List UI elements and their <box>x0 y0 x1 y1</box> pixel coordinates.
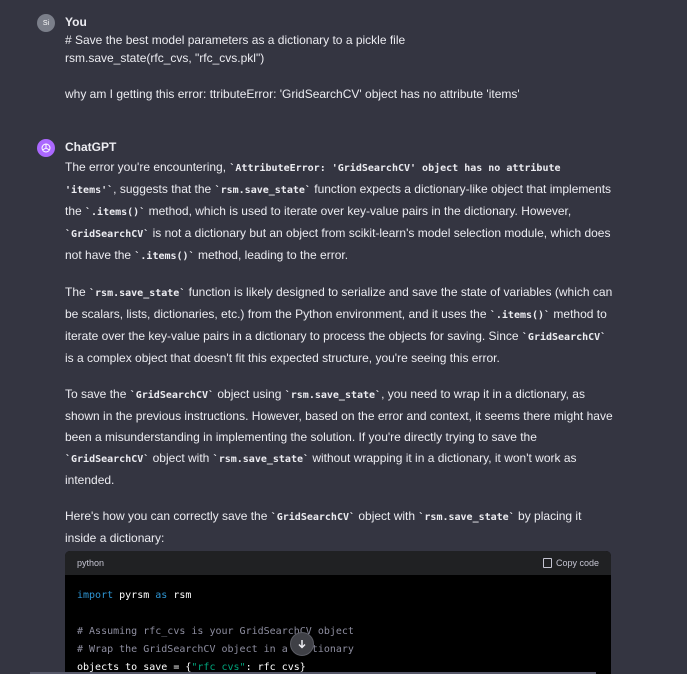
inline-code: `rsm.save_state` <box>284 390 382 401</box>
text-run: To save the <box>65 387 130 401</box>
text-run: The <box>65 285 90 299</box>
text-run: object with <box>355 509 419 523</box>
inline-code: `GridSearchCV` <box>65 454 150 465</box>
assistant-paragraph: The error you're encountering, `Attribut… <box>65 157 613 267</box>
inline-code: `rsm.save_state` <box>212 454 309 465</box>
inline-code: `rsm.save_state` <box>214 185 311 196</box>
openai-logo-icon <box>37 139 55 157</box>
code-language-label: python <box>77 558 105 568</box>
inline-code: `.items()` <box>85 207 146 218</box>
assistant-paragraph: To save the `GridSearchCV` object using … <box>65 384 613 491</box>
text-run: object with <box>149 451 213 465</box>
text-run: The error you're encountering, <box>65 160 230 174</box>
code-keyword: as <box>155 590 168 601</box>
copy-code-label: Copy code <box>555 558 599 568</box>
user-author-name: You <box>65 15 87 29</box>
inline-code: `GridSearchCV` <box>65 229 150 240</box>
user-message-body: # Save the best model parameters as a di… <box>65 31 613 103</box>
inline-code: `GridSearchCV` <box>129 390 215 401</box>
inline-code: `GridSearchCV` <box>270 512 356 523</box>
inline-code: `rsm.save_state` <box>418 512 515 523</box>
code-content[interactable]: import pyrsm as rsm # Assuming rfc_cvs i… <box>65 575 611 674</box>
arrow-down-icon <box>298 640 306 649</box>
text-run: is a complex object that doesn't fit thi… <box>65 351 500 365</box>
inline-code: `GridSearchCV` <box>521 332 607 343</box>
user-avatar-initials: Si <box>42 19 50 27</box>
code-comment: # Assuming rfc_cvs is your GridSearchCV … <box>77 626 354 637</box>
chat-page: Si You # Save the best model parameters … <box>0 0 687 674</box>
text-run: Here's how you can correctly save the <box>65 509 271 523</box>
code-token: rsm <box>167 590 192 601</box>
assistant-message-body: The error you're encountering, `Attribut… <box>65 157 613 549</box>
code-block-header: python Copy code <box>65 551 611 575</box>
inline-code: `.items()` <box>134 251 195 262</box>
user-message-line: # Save the best model parameters as a di… <box>65 33 406 47</box>
text-run: method, leading to the error. <box>194 248 349 262</box>
code-block: python Copy code import pyrsm as rsm # A… <box>65 551 611 674</box>
inline-code: `rsm.save_state` <box>89 288 186 299</box>
assistant-author-name: ChatGPT <box>65 140 117 154</box>
user-message-line: rsm.save_state(rfc_cvs, "rfc_cvs.pkl") <box>65 51 265 65</box>
code-keyword: import <box>77 590 114 601</box>
assistant-paragraph: The `rsm.save_state` function is likely … <box>65 282 613 369</box>
assistant-paragraph: Here's how you can correctly save the `G… <box>65 506 613 549</box>
clipboard-icon <box>542 558 552 568</box>
assistant-message: ChatGPT The error you're encountering, `… <box>37 139 617 559</box>
code-token: pyrsm <box>113 590 156 601</box>
user-avatar: Si <box>37 14 55 32</box>
inline-code: `.items()` <box>489 310 551 321</box>
copy-code-button[interactable]: Copy code <box>542 558 599 568</box>
text-run: , suggests that the <box>113 182 215 196</box>
text-run: object using <box>214 387 285 401</box>
scroll-to-bottom-button[interactable] <box>290 632 314 656</box>
user-message-line: why am I getting this error: ttributeErr… <box>65 87 520 101</box>
user-message: Si You # Save the best model parameters … <box>37 14 617 114</box>
text-run: method, which is used to iterate over ke… <box>145 204 572 218</box>
